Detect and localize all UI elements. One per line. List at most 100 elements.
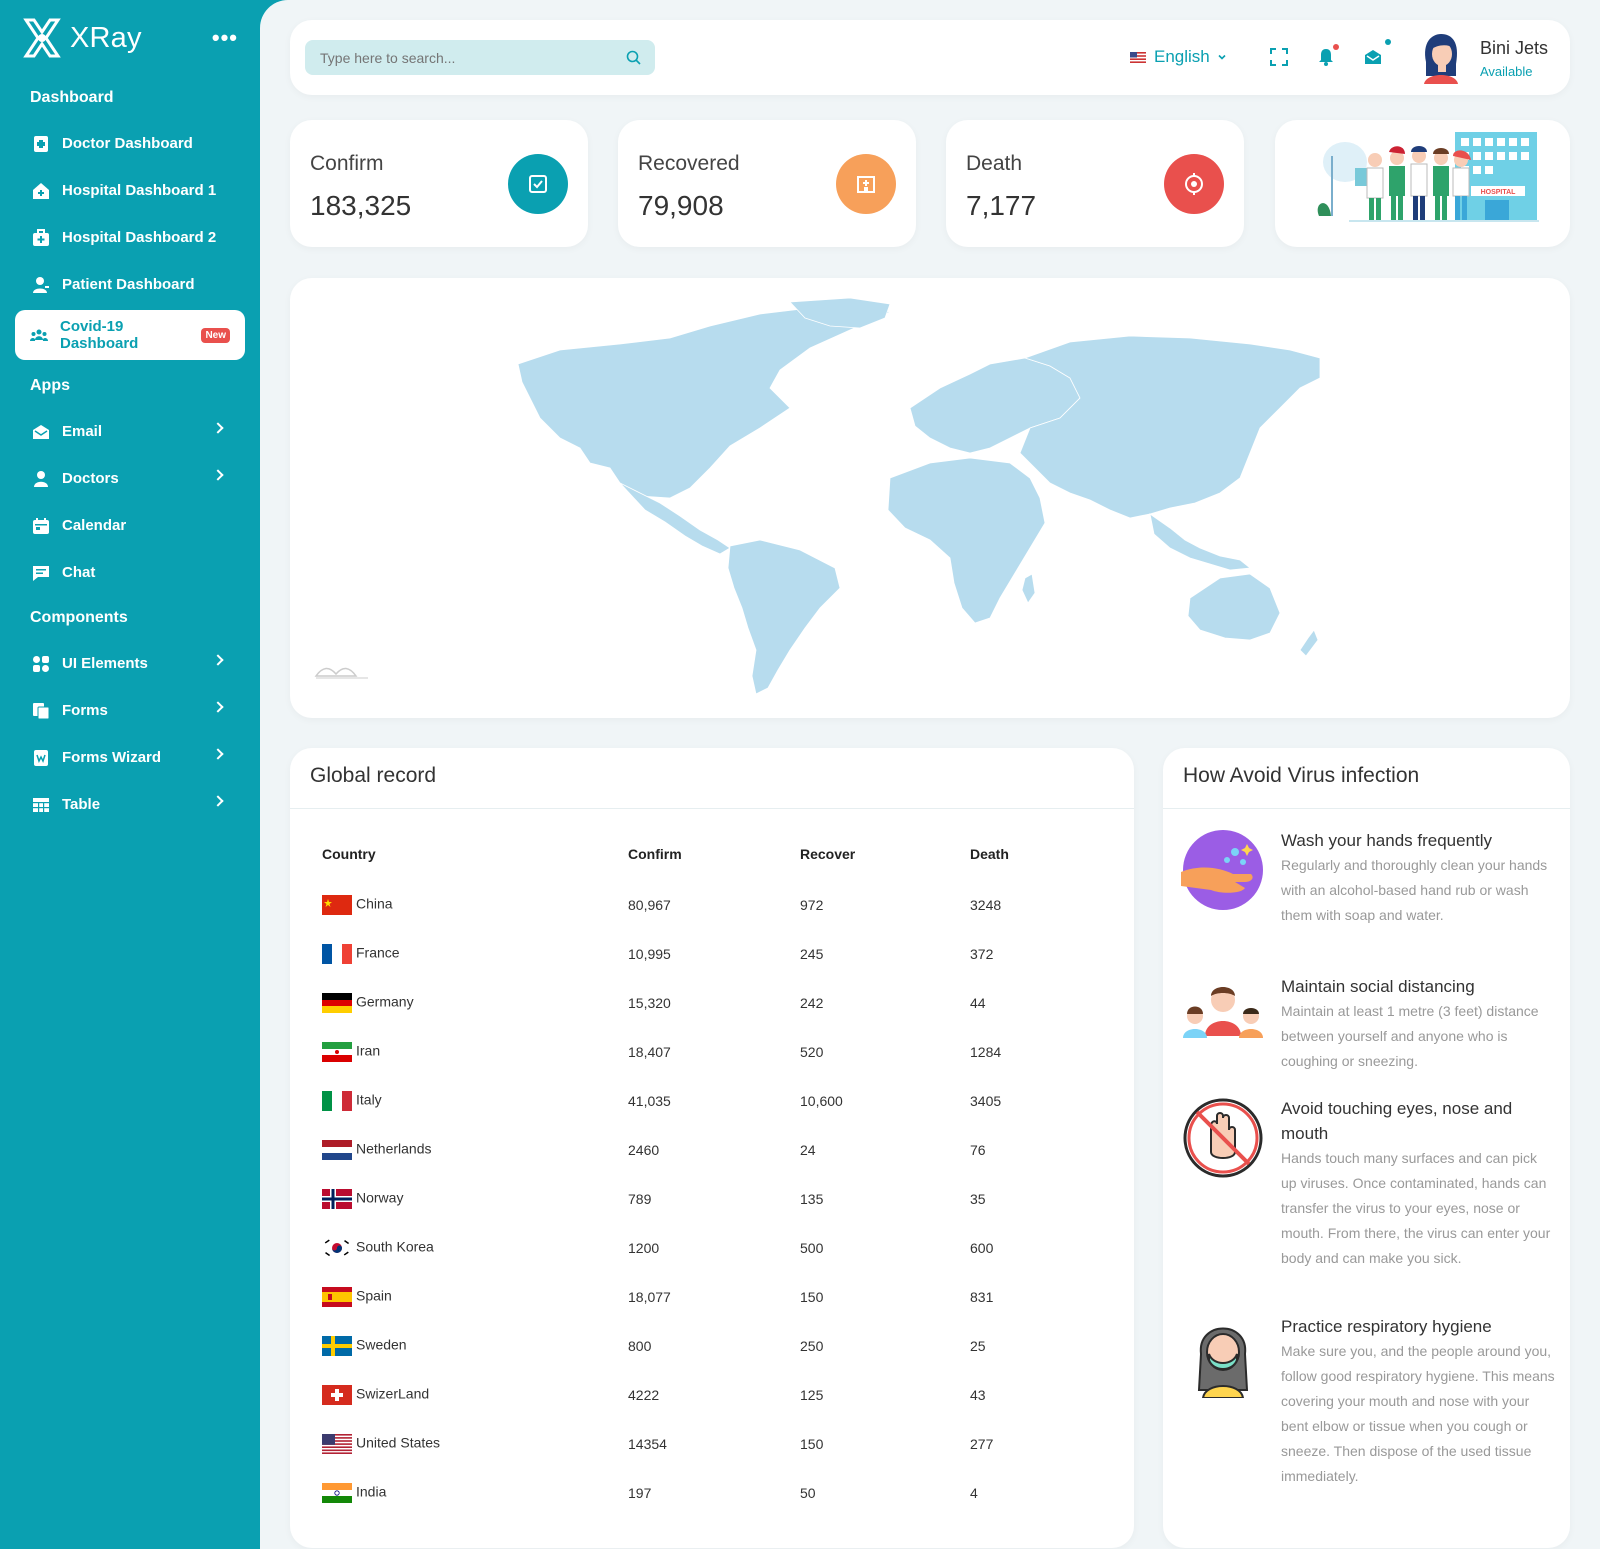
confirm-cell: 800 — [628, 1337, 652, 1354]
global-record-table: Country Confirm Recover Death China 80,96… — [310, 828, 1110, 1517]
table-row[interactable]: Italy 41,035 10,600 3405 — [310, 1076, 1110, 1125]
sidebar-item-doctors[interactable]: Doctors — [0, 455, 260, 502]
sidebar-item-forms-wizard[interactable]: Forms Wizard — [0, 734, 260, 781]
map-asia — [1019, 335, 1321, 519]
country-name: Italy — [356, 1091, 382, 1108]
death-cell: 76 — [970, 1141, 986, 1158]
map-madagascar — [1021, 573, 1036, 604]
patient-icon — [32, 276, 50, 294]
world-map[interactable] — [290, 278, 1570, 718]
recover-cell: 24 — [800, 1141, 816, 1158]
hand-wash-icon — [1181, 830, 1263, 910]
recover-cell: 520 — [800, 1043, 824, 1060]
recover-cell: 125 — [800, 1386, 824, 1403]
recover-cell: 150 — [800, 1288, 824, 1305]
sidebar-item-label: Calendar — [62, 517, 127, 534]
table-row[interactable]: SwizerLand 4222 125 43 — [310, 1370, 1110, 1419]
sidebar-item-email[interactable]: Email — [0, 408, 260, 455]
table-row[interactable]: South Korea 1200 500 600 — [310, 1223, 1110, 1272]
confirm-cell: 4222 — [628, 1386, 660, 1403]
sidebar-item-hospital-dashboard-1[interactable]: Hospital Dashboard 1 — [0, 167, 260, 214]
sidebar-item-chat[interactable]: Chat — [0, 549, 260, 596]
sidebar-item-forms[interactable]: Forms — [0, 687, 260, 734]
hospital-building-icon — [836, 154, 896, 214]
confirm-cell: 14354 — [628, 1435, 667, 1452]
search-box — [305, 40, 655, 75]
table-row[interactable]: Norway 789 135 35 — [310, 1174, 1110, 1223]
sidebar-item-label: Chat — [62, 564, 96, 581]
country-cell: China — [310, 880, 616, 929]
country-name: Spain — [356, 1287, 392, 1304]
people-icon — [30, 326, 48, 344]
column-header[interactable]: Confirm — [616, 828, 788, 880]
recover-cell: 150 — [800, 1435, 824, 1452]
avatar[interactable] — [1420, 32, 1462, 84]
doctor-icon — [32, 135, 50, 153]
country-name: India — [356, 1483, 387, 1500]
country-cell: Spain — [310, 1272, 616, 1321]
death-cell: 600 — [970, 1239, 994, 1256]
sidebar-item-label: Hospital Dashboard 2 — [62, 229, 217, 246]
more-icon[interactable]: ••• — [212, 25, 238, 51]
brand-name: XRay — [70, 21, 142, 54]
table-row[interactable]: Spain 18,077 150 831 — [310, 1272, 1110, 1321]
map-australia — [1187, 573, 1281, 641]
sidebar-item-hospital-dashboard-2[interactable]: Hospital Dashboard 2 — [0, 214, 260, 261]
recover-cell: 500 — [800, 1239, 824, 1256]
sidebar-item-table[interactable]: Table — [0, 781, 260, 828]
in-flag-icon — [322, 1482, 352, 1503]
section-components: Components — [30, 609, 128, 626]
table-row[interactable]: France 10,995 245 372 — [310, 929, 1110, 978]
bell-icon[interactable] — [1317, 48, 1335, 66]
xray-logo-icon[interactable] — [22, 16, 62, 60]
no-touch-icon — [1183, 1098, 1263, 1178]
death-cell: 44 — [970, 994, 986, 1011]
hospital-icon — [32, 182, 50, 200]
country-cell: Sweden — [310, 1321, 616, 1370]
column-header[interactable]: Death — [958, 828, 1110, 880]
sidebar-item-label: UI Elements — [62, 655, 148, 672]
tip-body: Make sure you, and the people around you… — [1281, 1343, 1555, 1484]
recover-cell: 135 — [800, 1190, 824, 1207]
confirm-cell: 1200 — [628, 1239, 660, 1256]
column-header[interactable]: Recover — [788, 828, 958, 880]
table-row[interactable]: Germany 15,320 242 44 — [310, 978, 1110, 1027]
table-row[interactable]: China 80,967 972 3248 — [310, 880, 1110, 929]
mail-icon[interactable] — [1364, 48, 1382, 66]
es-flag-icon — [322, 1286, 352, 1307]
search-input[interactable] — [305, 40, 605, 75]
sidebar-item-patient-dashboard[interactable]: Patient Dashboard — [0, 261, 260, 308]
recover-cell: 242 — [800, 994, 824, 1011]
fullscreen-icon[interactable] — [1270, 48, 1288, 66]
country-name: France — [356, 944, 400, 961]
country-cell: SwizerLand — [310, 1370, 616, 1419]
country-name: Iran — [356, 1042, 381, 1059]
stat-label: Recovered — [638, 152, 740, 175]
table-row[interactable]: United States 14354 150 277 — [310, 1419, 1110, 1468]
country-cell: South Korea — [310, 1223, 616, 1272]
divider — [290, 808, 1134, 809]
avoid-virus-card: How Avoid Virus infection Wash your hand… — [1163, 748, 1570, 1548]
language-selector[interactable]: English — [1130, 47, 1228, 67]
sidebar-item-covid-dashboard[interactable]: Covid-19 Dashboard New — [15, 310, 245, 360]
table-row[interactable]: Sweden 800 250 25 — [310, 1321, 1110, 1370]
recover-cell: 972 — [800, 896, 824, 913]
topbar: English Bini Jets Available — [290, 20, 1570, 95]
map-africa — [887, 457, 1046, 624]
global-record-card: Global record Country Confirm Recover De… — [290, 748, 1134, 1548]
country-cell: Norway — [310, 1174, 616, 1223]
sidebar-item-calendar[interactable]: Calendar — [0, 502, 260, 549]
forms-icon — [32, 702, 50, 720]
us-flag-icon — [1130, 51, 1146, 63]
user-name[interactable]: Bini Jets — [1480, 38, 1548, 59]
table-row[interactable]: Netherlands 2460 24 76 — [310, 1125, 1110, 1174]
grid-icon — [32, 655, 50, 673]
sidebar-item-doctor-dashboard[interactable]: Doctor Dashboard — [0, 120, 260, 167]
sidebar-item-ui-elements[interactable]: UI Elements — [0, 640, 260, 687]
search-icon[interactable] — [626, 50, 641, 65]
chevron-right-icon — [212, 795, 224, 807]
user-icon — [32, 470, 50, 488]
table-row[interactable]: India 197 50 4 — [310, 1468, 1110, 1517]
column-header[interactable]: Country — [310, 828, 616, 880]
table-row[interactable]: Iran 18,407 520 1284 — [310, 1027, 1110, 1076]
